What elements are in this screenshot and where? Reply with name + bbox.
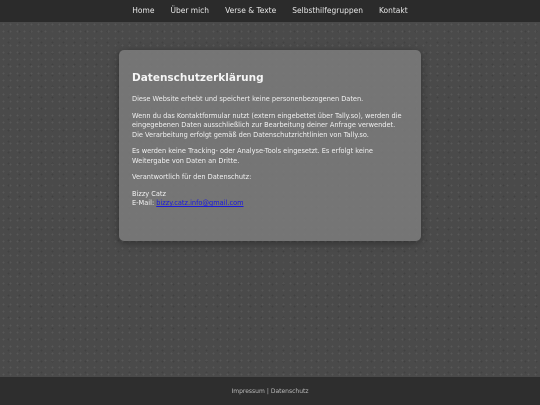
contact-name: Bizzy Catz	[132, 189, 166, 198]
privacy-paragraph-data: Diese Website erhebt und speichert keine…	[132, 95, 364, 103]
nav-link-selbsthilfegruppen[interactable]: Selbsthilfegruppen	[284, 0, 371, 22]
nav-link-ueber-mich[interactable]: Über mich	[162, 0, 217, 22]
email-label: E-Mail:	[132, 199, 157, 207]
nav-link-verse-texte[interactable]: Verse & Texte	[217, 0, 284, 22]
footer-link-datenschutz[interactable]: Datenschutz	[271, 388, 309, 395]
privacy-paragraph-contact-form: Wenn du das Kontaktformular nutzt (exter…	[132, 111, 402, 139]
privacy-paragraph-tracking: Es werden keine Tracking- oder Analyse-T…	[132, 147, 373, 165]
nav-link-home[interactable]: Home	[124, 0, 162, 22]
top-navigation: Home Über mich Verse & Texte Selbsthilfe…	[0, 0, 540, 22]
contact-block: Bizzy Catz E-Mail: bizzy.catz.info@gmail…	[132, 190, 408, 209]
privacy-paragraph-responsible: Verantwortlich für den Datenschutz:	[132, 173, 252, 181]
footer-link-impressum[interactable]: Impressum	[231, 388, 264, 395]
nav-link-kontakt[interactable]: Kontakt	[371, 0, 416, 22]
footer: Impressum | Datenschutz	[0, 377, 540, 405]
email-link[interactable]: bizzy.catz.info@gmail.com	[156, 199, 243, 207]
page-title: Datenschutzerklärung	[132, 72, 264, 84]
privacy-card: Datenschutzerklärung Diese Website erheb…	[119, 50, 421, 241]
